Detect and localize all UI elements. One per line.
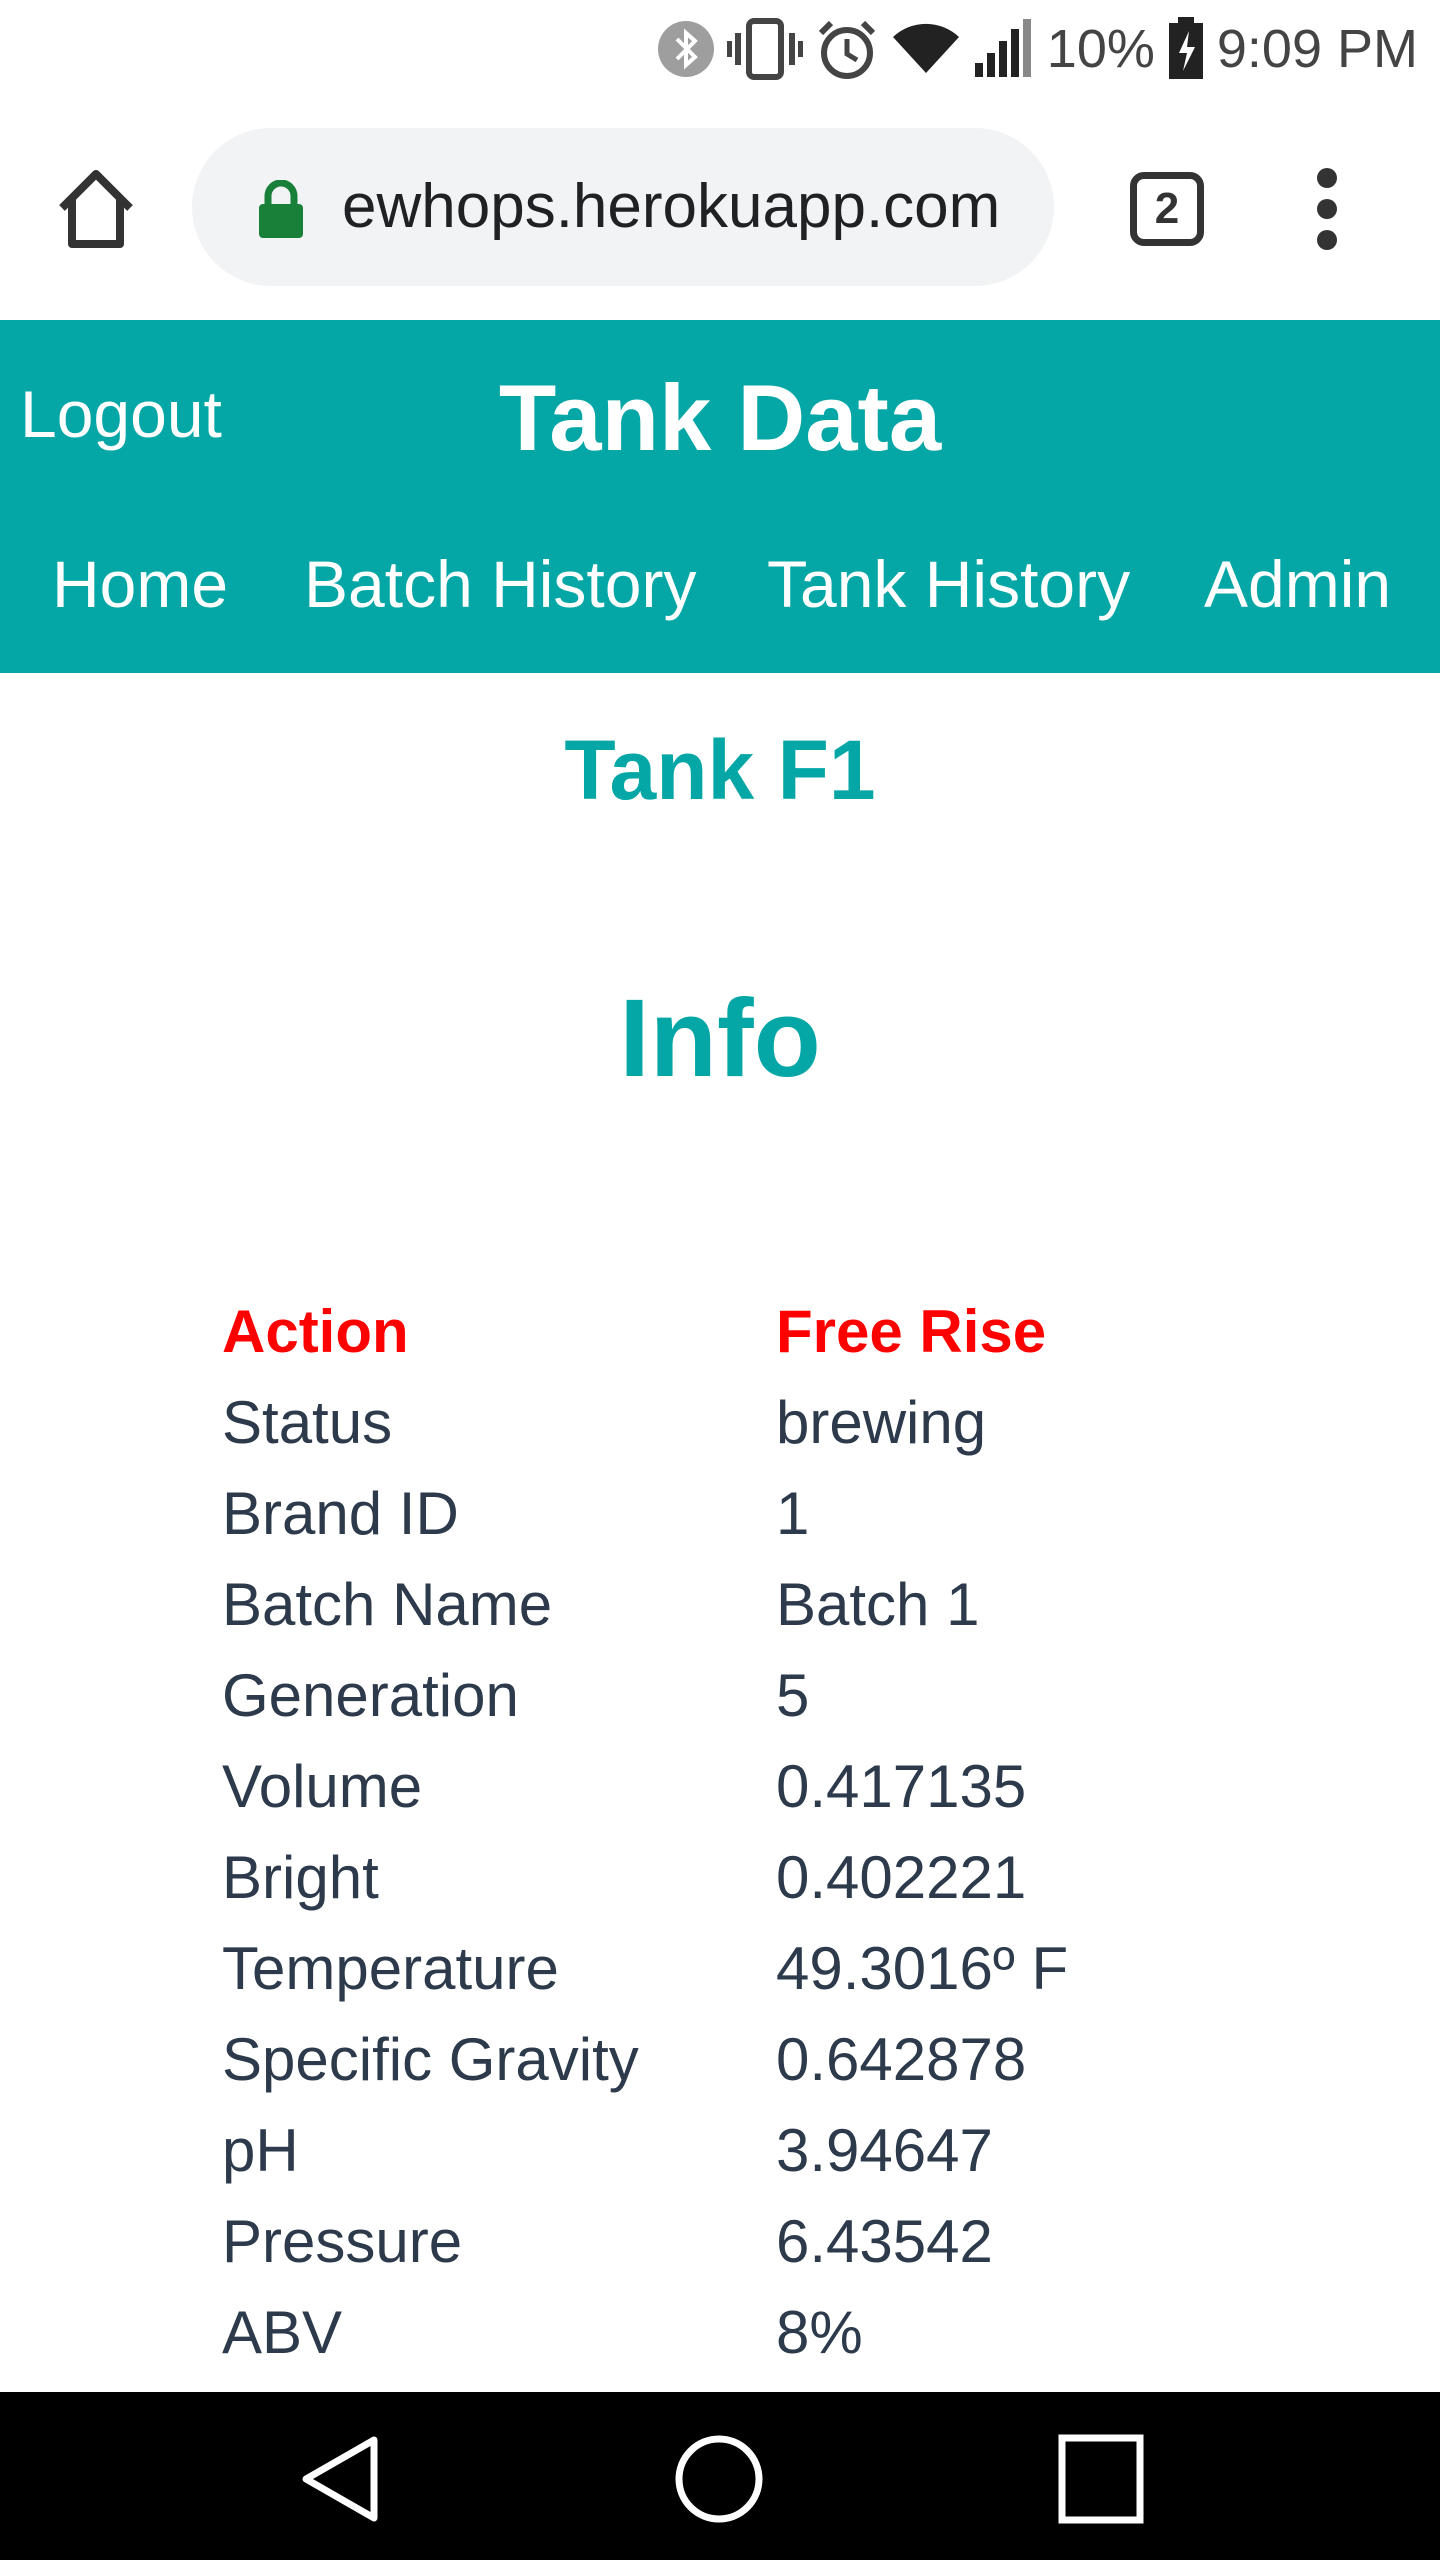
info-value: 5 [776, 1662, 810, 1729]
info-value: 0.642878 [776, 2026, 1027, 2093]
info-value: 1 [776, 1480, 810, 1547]
info-label: pH [222, 2117, 299, 2184]
tank-name: Tank F1 [564, 723, 876, 817]
info-row: Generation 5 [222, 1650, 1068, 1741]
status-bar: 10% 9:09 PM [0, 0, 1440, 98]
info-row: Bright 0.402221 [222, 1832, 1068, 1923]
battery-icon [1168, 17, 1203, 79]
info-row: Specific Gravity 0.642878 [222, 2014, 1068, 2105]
info-row: Batch Name Batch 1 [222, 1559, 1068, 1650]
browser-toolbar: ewhops.herokuapp.com 2 [0, 98, 1440, 320]
tab-switcher-button[interactable]: 2 [1130, 172, 1204, 246]
info-label: Generation [222, 1662, 519, 1729]
info-value: brewing [776, 1389, 987, 1456]
app-header: Logout Tank Data Home Batch History Tank… [0, 320, 1440, 673]
nav-tank-history[interactable]: Tank History [767, 546, 1130, 622]
info-row: ABV 8% [222, 2287, 1068, 2378]
nav-admin[interactable]: Admin [1204, 546, 1391, 622]
info-label: Brand ID [222, 1480, 459, 1547]
url-text: ewhops.herokuapp.com [342, 172, 1001, 241]
info-value: 49.3016º F [776, 1935, 1069, 2002]
system-nav-bar [0, 2392, 1440, 2560]
info-value: 0.417135 [776, 1753, 1027, 1820]
info-label: Action [222, 1298, 409, 1365]
info-label: Temperature [222, 1935, 559, 2002]
info-label: Pressure [222, 2208, 463, 2275]
info-row: Temperature 49.3016º F [222, 1923, 1068, 2014]
home-icon[interactable] [52, 164, 140, 252]
back-icon[interactable] [298, 2434, 382, 2524]
battery-percent: 10% [1046, 19, 1155, 79]
alarm-icon [818, 20, 875, 79]
info-label: ABV [222, 2299, 343, 2366]
signal-icon [974, 19, 1031, 77]
info-label: Bright [222, 1844, 379, 1911]
info-label: Batch Name [222, 1571, 553, 1638]
vibrate-icon [726, 18, 803, 80]
info-table: Action Free Rise Status brewing Brand ID 1… [222, 1286, 1068, 2378]
info-value: 8% [776, 2299, 863, 2366]
info-value: 3.94647 [776, 2117, 993, 2184]
address-bar[interactable]: ewhops.herokuapp.com [192, 128, 1054, 286]
info-row-action: Action Free Rise [222, 1286, 1068, 1377]
browser-menu-icon[interactable] [1312, 168, 1342, 250]
info-value: Free Rise [776, 1298, 1047, 1365]
info-label: Status [222, 1389, 393, 1456]
info-row: Pressure 6.43542 [222, 2196, 1068, 2287]
info-heading: Info [619, 977, 821, 1100]
info-row: Volume 0.417135 [222, 1741, 1068, 1832]
lock-icon [259, 180, 303, 238]
app-title: Tank Data [498, 365, 942, 470]
info-value: Batch 1 [776, 1571, 980, 1638]
nav-batch-history[interactable]: Batch History [304, 546, 696, 622]
info-row: Brand ID 1 [222, 1468, 1068, 1559]
nav-home[interactable]: Home [52, 546, 228, 622]
info-value: 6.43542 [776, 2208, 993, 2275]
bluetooth-icon [657, 21, 714, 77]
home-circle-icon[interactable] [674, 2434, 764, 2524]
wifi-icon [892, 23, 959, 73]
info-row: pH 3.94647 [222, 2105, 1068, 2196]
recents-icon[interactable] [1058, 2434, 1144, 2524]
info-label: Volume [222, 1753, 423, 1820]
info-value: 0.402221 [776, 1844, 1027, 1911]
clock: 9:09 PM [1216, 19, 1418, 79]
info-row: Status brewing [222, 1377, 1068, 1468]
info-label: Specific Gravity [222, 2026, 639, 2093]
